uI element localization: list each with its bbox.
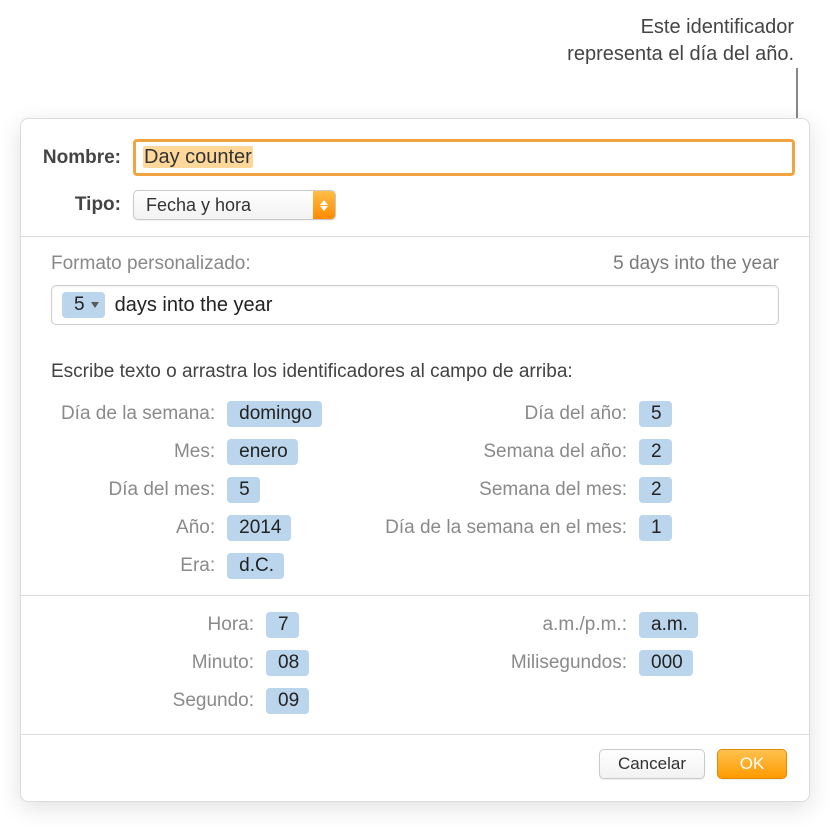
token-value: 5 xyxy=(227,479,260,501)
token-value: 000 xyxy=(639,652,693,674)
name-input-highlight: Day counter xyxy=(133,139,795,176)
dialog-footer: Cancelar OK xyxy=(21,735,809,779)
token-label: Semana del año: xyxy=(385,441,639,463)
token-label: a.m./p.m.: xyxy=(424,614,639,636)
format-free-text: days into the year xyxy=(115,294,273,317)
format-preview: 5 days into the year xyxy=(613,253,779,275)
custom-format-dialog: Nombre: Day counter Tipo: Fecha y hora F… xyxy=(20,118,810,802)
token-label: Día del año: xyxy=(385,403,639,425)
callout-text: Este identificador representa el día del… xyxy=(567,14,794,68)
name-input-selection: Day counter xyxy=(143,146,253,168)
token-value: 1 xyxy=(639,517,672,539)
cancel-button-label: Cancelar xyxy=(618,754,686,774)
section-time-tokens: Hora:7 Minuto:08 Segundo:09 a.m./p.m.:a.… xyxy=(21,596,809,734)
token-second[interactable]: 09 xyxy=(266,688,309,714)
token-minute[interactable]: 08 xyxy=(266,650,309,676)
token-value: 09 xyxy=(266,690,309,712)
section-date-tokens: Escribe texto o arrastra los identificad… xyxy=(21,343,809,595)
token-week-of-year[interactable]: 2 xyxy=(639,439,672,465)
token-day-of-week[interactable]: domingo xyxy=(227,401,322,427)
custom-format-label: Formato personalizado: xyxy=(51,253,251,275)
token-value: 08 xyxy=(266,652,309,674)
token-label: Mes: xyxy=(51,441,227,463)
token-label: Semana del mes: xyxy=(385,479,639,501)
token-value: domingo xyxy=(227,403,322,425)
type-select[interactable]: Fecha y hora xyxy=(133,190,336,220)
token-label: Día de la semana en el mes: xyxy=(385,517,639,539)
token-value: 5 xyxy=(639,403,672,425)
token-label: Milisegundos: xyxy=(424,652,639,674)
token-ampm[interactable]: a.m. xyxy=(639,612,698,638)
type-label: Tipo: xyxy=(35,194,133,216)
stepper-arrows-icon xyxy=(313,191,335,219)
cancel-button[interactable]: Cancelar xyxy=(599,749,705,779)
callout-line-2: representa el día del año. xyxy=(567,41,794,68)
token-year[interactable]: 2014 xyxy=(227,515,291,541)
token-label: Día de la semana: xyxy=(51,403,227,425)
token-label: Año: xyxy=(51,517,227,539)
token-value: 2 xyxy=(639,479,672,501)
token-month[interactable]: enero xyxy=(227,439,298,465)
token-day-of-month[interactable]: 5 xyxy=(227,477,260,503)
token-value: 7 xyxy=(266,614,299,636)
name-input[interactable]: Day counter xyxy=(137,143,791,172)
token-value: 2 xyxy=(639,441,672,463)
token-era[interactable]: d.C. xyxy=(227,553,284,579)
ok-button-label: OK xyxy=(740,754,765,774)
token-value: a.m. xyxy=(639,614,698,636)
date-tokens-right-col: Día del año:5 Semana del año:2 Semana de… xyxy=(385,401,779,591)
time-tokens-right-col: a.m./p.m.:a.m. Milisegundos:000 xyxy=(424,612,779,726)
token-day-of-year[interactable]: 5 xyxy=(639,401,672,427)
time-tokens-left-col: Hora:7 Minuto:08 Segundo:09 xyxy=(51,612,406,726)
token-weekday-of-month[interactable]: 1 xyxy=(639,515,672,541)
date-tokens-left-col: Día de la semana:domingo Mes:enero Día d… xyxy=(51,401,367,591)
token-label: Segundo: xyxy=(51,690,266,712)
token-milliseconds[interactable]: 000 xyxy=(639,650,693,676)
token-value: enero xyxy=(227,441,298,463)
section-custom-format: Formato personalizado: 5 days into the y… xyxy=(21,237,809,343)
token-label: Hora: xyxy=(51,614,266,636)
format-token-day-of-year[interactable]: 5 xyxy=(62,292,105,318)
token-week-of-month[interactable]: 2 xyxy=(639,477,672,503)
callout-line-1: Este identificador xyxy=(567,14,794,41)
token-label: Día del mes: xyxy=(51,479,227,501)
format-token-value: 5 xyxy=(62,294,89,316)
token-value: d.C. xyxy=(227,555,284,577)
ok-button[interactable]: OK xyxy=(717,749,787,779)
type-select-value: Fecha y hora xyxy=(134,195,313,216)
format-field[interactable]: 5 days into the year xyxy=(51,285,779,325)
chevron-down-icon[interactable] xyxy=(89,302,105,308)
token-label: Era: xyxy=(51,555,227,577)
name-label: Nombre: xyxy=(35,147,133,169)
token-value: 2014 xyxy=(227,517,291,539)
token-instruction: Escribe texto o arrastra los identificad… xyxy=(51,361,779,383)
section-name-type: Nombre: Day counter Tipo: Fecha y hora xyxy=(21,119,809,236)
token-hour[interactable]: 7 xyxy=(266,612,299,638)
token-label: Minuto: xyxy=(51,652,266,674)
